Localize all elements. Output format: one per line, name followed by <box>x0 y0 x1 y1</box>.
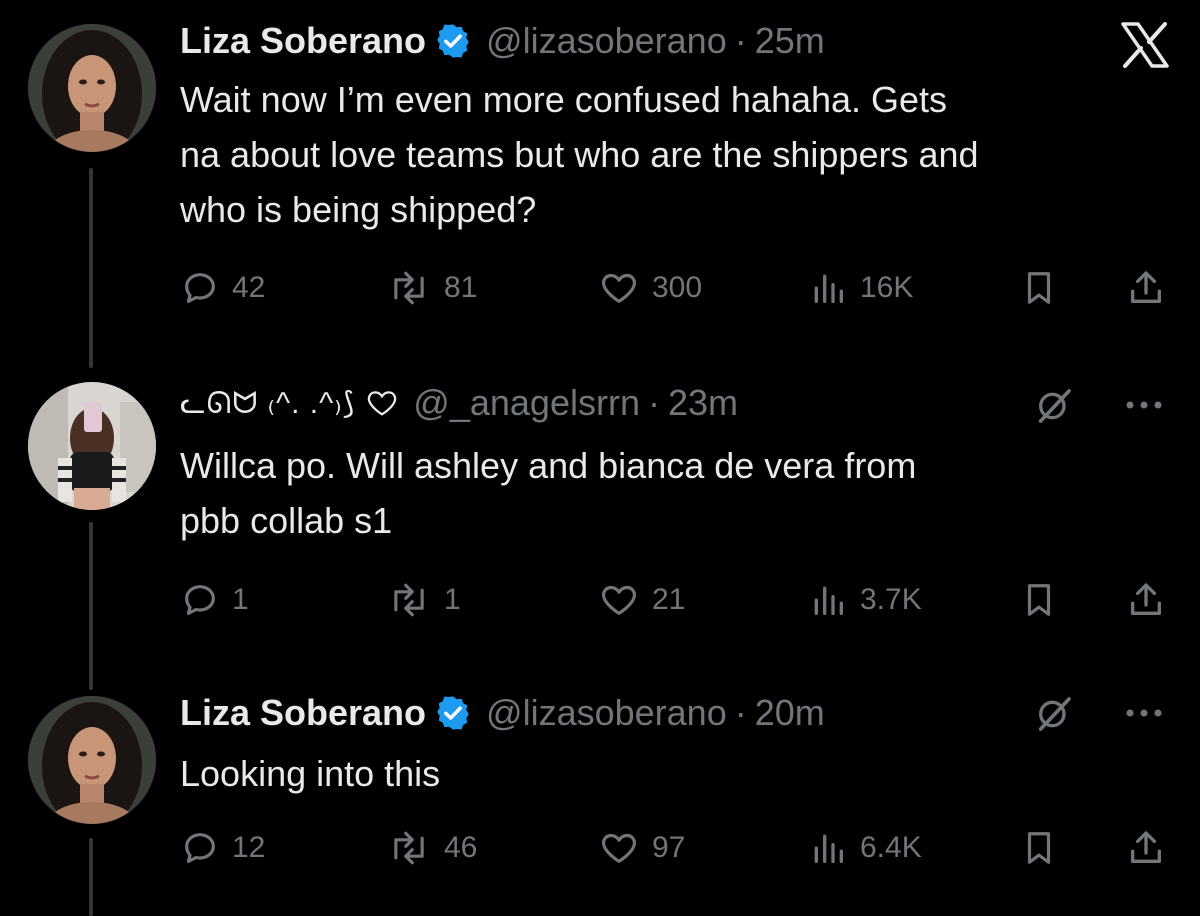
view-count: 3.7K <box>860 583 922 616</box>
bookmark-button[interactable] <box>1020 826 1058 870</box>
repost-button[interactable]: 46 <box>386 826 477 870</box>
user-handle[interactable]: @_anagelsrrn <box>413 382 640 424</box>
like-count: 300 <box>652 271 703 304</box>
avatar[interactable] <box>28 382 156 510</box>
repost-button[interactable]: 1 <box>386 578 461 622</box>
share-button[interactable] <box>1126 826 1166 870</box>
views-button[interactable]: 6.4K <box>808 826 922 870</box>
tweet-header: Liza Soberano @lizasoberano · 20m <box>180 690 825 736</box>
share-icon <box>1131 831 1161 863</box>
repost-count: 1 <box>444 583 461 616</box>
tweet-text: Willca po. Will ashley and bianca de ver… <box>180 445 917 541</box>
avatar[interactable] <box>28 24 156 152</box>
reply-icon <box>185 585 215 615</box>
like-button[interactable]: 300 <box>598 266 702 310</box>
views-icon <box>814 586 843 615</box>
views-icon <box>814 834 843 863</box>
reply-button[interactable]: 42 <box>180 266 265 310</box>
reply-button[interactable]: 12 <box>180 826 265 870</box>
separator-dot: · <box>734 20 747 61</box>
timestamp[interactable]: 23m <box>668 382 738 424</box>
tweet[interactable]: Liza Soberano @lizasoberano · 20m Lookin… <box>0 690 1200 900</box>
repost-icon <box>394 583 424 617</box>
bookmark-icon <box>1027 584 1051 616</box>
tweet-actions: 12 46 97 6.4K <box>180 826 1180 870</box>
view-count: 6.4K <box>860 831 922 864</box>
tweet-header: Liza Soberano @lizasoberano · 25m <box>180 18 825 64</box>
bookmark-button[interactable] <box>1020 266 1058 310</box>
repost-button[interactable]: 81 <box>386 266 477 310</box>
separator-dot: · <box>647 382 660 423</box>
tweet-header: ᓚᘏᗢ ₍^. .^₎⟆ @_anagelsrrn · 23m <box>180 380 738 426</box>
verified-badge-icon <box>437 24 469 58</box>
repost-count: 46 <box>444 831 478 864</box>
views-button[interactable]: 3.7K <box>808 578 922 622</box>
tweet[interactable]: ᓚᘏᗢ ₍^. .^₎⟆ @_anagelsrrn · 23m Willca p… <box>0 380 1200 630</box>
reply-icon <box>185 273 215 303</box>
more-options-icon[interactable] <box>1122 706 1166 720</box>
display-name[interactable]: Liza Soberano <box>180 20 426 62</box>
grok-icon[interactable] <box>1032 386 1076 426</box>
more-options-icon[interactable] <box>1122 398 1166 412</box>
repost-count: 81 <box>444 271 478 304</box>
timestamp[interactable]: 25m <box>755 20 825 62</box>
heart-icon <box>602 833 636 863</box>
like-button[interactable]: 21 <box>598 578 685 622</box>
reply-count: 12 <box>232 831 266 864</box>
like-button[interactable]: 97 <box>598 826 685 870</box>
timestamp[interactable]: 20m <box>755 692 825 734</box>
verified-badge-icon <box>437 696 469 730</box>
tweet-actions: 42 81 300 16K <box>180 266 1180 310</box>
view-count: 16K <box>860 271 914 304</box>
share-button[interactable] <box>1126 266 1166 310</box>
repost-icon <box>394 831 424 865</box>
display-name[interactable]: ᓚᘏᗢ ₍^. .^₎⟆ <box>180 386 355 421</box>
tweet-text: Wait now I’m even more confused hahaha. … <box>180 79 979 230</box>
reply-button[interactable]: 1 <box>180 578 249 622</box>
like-count: 21 <box>652 583 686 616</box>
views-button[interactable]: 16K <box>808 266 913 310</box>
share-icon <box>1131 583 1161 615</box>
heart-icon <box>602 273 636 303</box>
views-icon <box>814 274 843 303</box>
separator-dot: · <box>734 692 747 733</box>
bookmark-icon <box>1027 832 1051 864</box>
share-icon <box>1131 271 1161 303</box>
share-button[interactable] <box>1126 578 1166 622</box>
reply-icon <box>185 833 215 863</box>
heart-icon <box>602 585 636 615</box>
repost-icon <box>394 271 424 305</box>
like-count: 97 <box>652 831 686 864</box>
avatar[interactable] <box>28 696 156 824</box>
user-handle[interactable]: @lizasoberano <box>486 692 727 734</box>
grok-icon[interactable] <box>1032 694 1076 734</box>
reply-count: 1 <box>232 583 249 616</box>
bookmark-button[interactable] <box>1020 578 1058 622</box>
bookmark-icon <box>1027 272 1051 304</box>
tweet[interactable]: Liza Soberano @lizasoberano · 25m Wait n… <box>0 18 1200 318</box>
user-handle[interactable]: @lizasoberano <box>486 20 727 62</box>
display-name[interactable]: Liza Soberano <box>180 692 426 734</box>
heart-outline-icon <box>368 391 397 416</box>
reply-count: 42 <box>232 271 266 304</box>
tweet-text: Looking into this <box>180 753 441 794</box>
tweet-actions: 1 1 21 3.7K <box>180 578 1180 622</box>
